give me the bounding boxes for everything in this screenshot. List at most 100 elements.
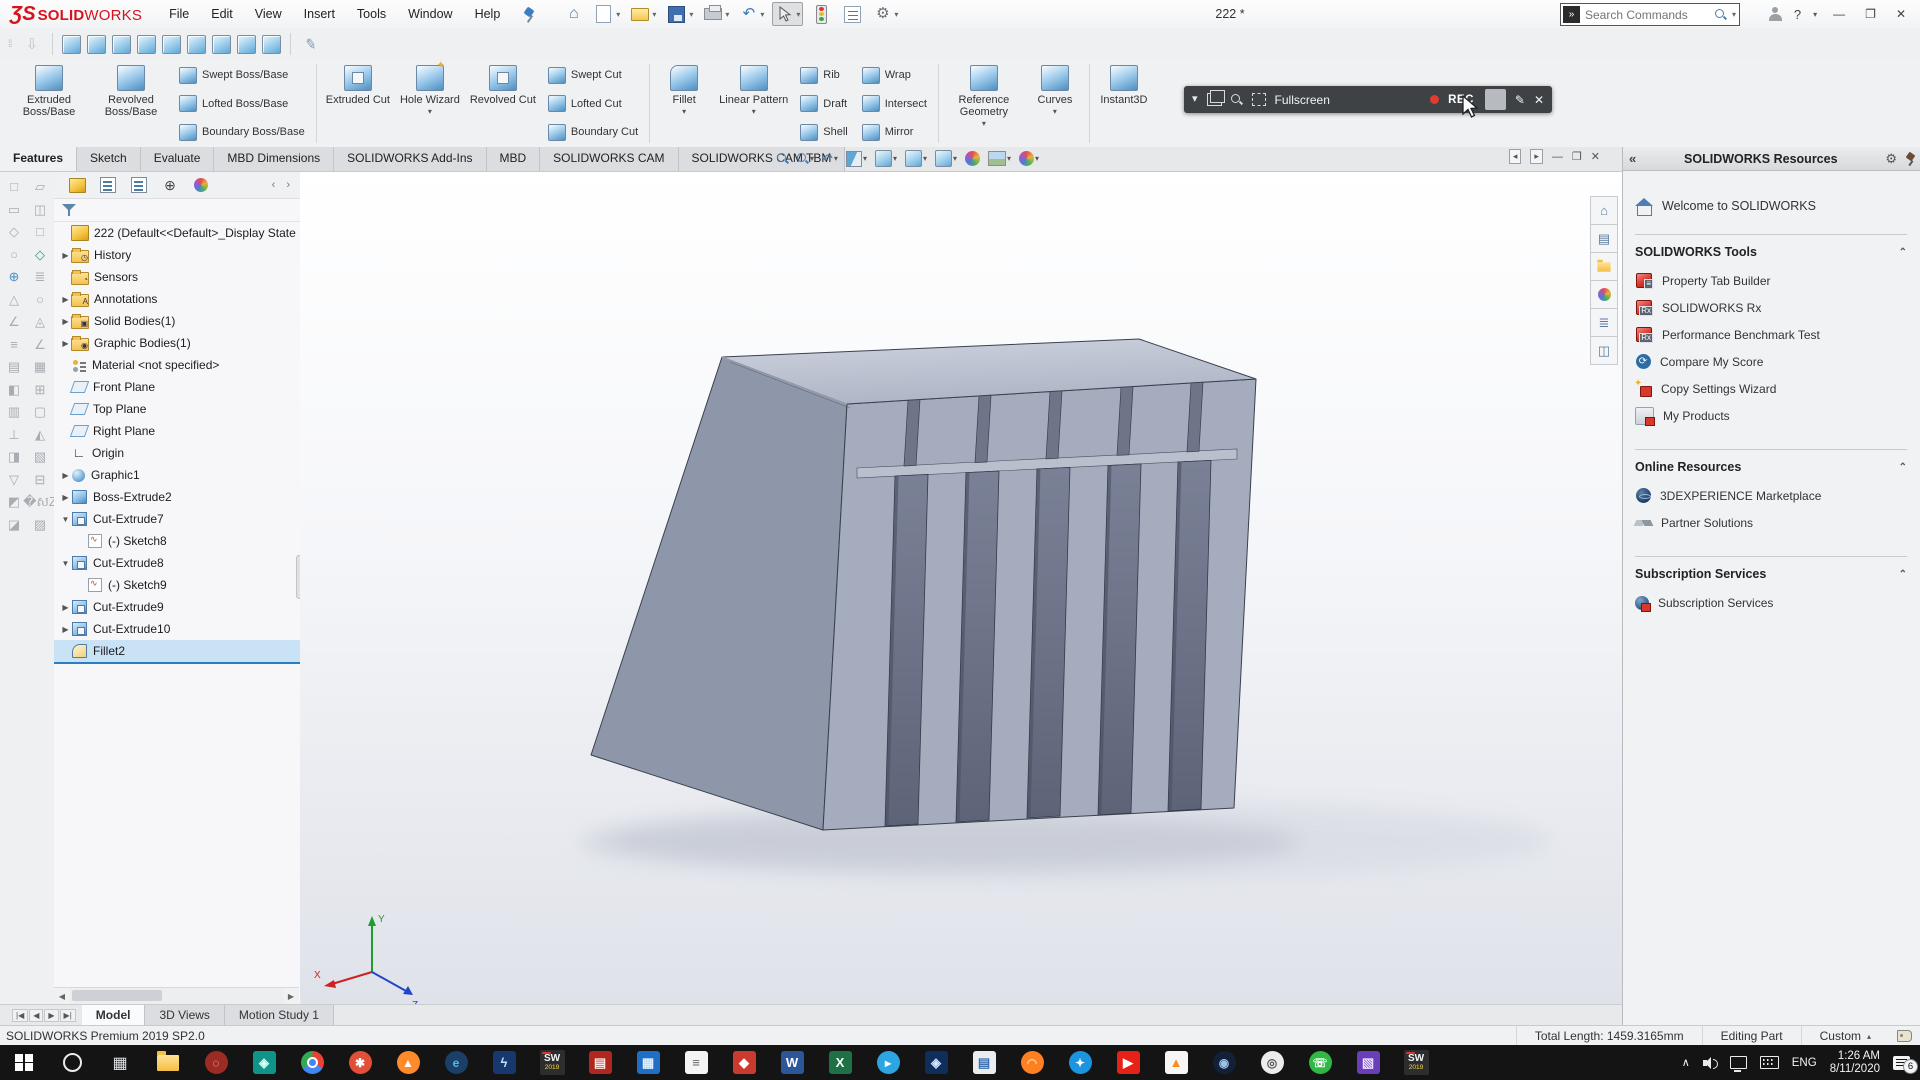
resource-item-compare-my-score[interactable]: ⟳Compare My Score bbox=[1635, 348, 1907, 375]
tool-icon[interactable]: ▦ bbox=[34, 360, 46, 373]
taskbar-icon-app-blue-circle[interactable]: ✦ bbox=[1056, 1045, 1104, 1080]
revolved-cut-button[interactable]: Revolved Cut bbox=[465, 61, 541, 146]
tool-icon[interactable]: ○ bbox=[10, 248, 18, 261]
search-dropdown-icon[interactable]: ▾ bbox=[1732, 10, 1736, 19]
tab-view-palette[interactable] bbox=[1590, 281, 1618, 309]
tool-icon[interactable]: ▨ bbox=[34, 518, 46, 531]
tree-item-graphic-bodies-1-[interactable]: ▶◉Graphic Bodies(1) bbox=[54, 332, 300, 354]
linear-pattern-button[interactable]: Linear Pattern▾ bbox=[714, 61, 793, 146]
doc-tab-motion-study-1[interactable]: Motion Study 1 bbox=[225, 1005, 334, 1026]
tab-mbd[interactable]: MBD bbox=[487, 147, 541, 171]
tab-displaymanager[interactable] bbox=[192, 176, 210, 194]
tree-item-solid-bodies-1-[interactable]: ▶▣Solid Bodies(1) bbox=[54, 310, 300, 332]
instant3d-button[interactable]: Instant3D bbox=[1094, 61, 1154, 146]
taskbar-icon-youtube[interactable]: ▶ bbox=[1104, 1045, 1152, 1080]
resource-item-copy-settings-wizard[interactable]: Copy Settings Wizard bbox=[1635, 375, 1907, 402]
view-dimetric-button[interactable] bbox=[262, 35, 281, 54]
tag-icon[interactable] bbox=[1897, 1030, 1912, 1042]
welcome-link[interactable]: Welcome to SOLIDWORKS bbox=[1635, 197, 1907, 214]
tool-icon[interactable]: ∠ bbox=[8, 315, 20, 328]
new-document-button[interactable]: ▾ bbox=[591, 2, 622, 26]
tab-solidworks-cam[interactable]: SOLIDWORKS CAM bbox=[540, 147, 678, 171]
gear-icon[interactable]: ⚙ bbox=[1885, 151, 1897, 167]
taskbar-icon-telegram[interactable]: ▸ bbox=[864, 1045, 912, 1080]
view-right-button[interactable] bbox=[137, 35, 156, 54]
swept-cut-button[interactable]: Swept Cut bbox=[544, 65, 642, 85]
taskbar-icon-app-blue-grid[interactable]: ▦ bbox=[624, 1045, 672, 1080]
curves-button[interactable]: Curves▾ bbox=[1025, 61, 1085, 146]
taskbar-icon-app-teal[interactable]: ◈ bbox=[240, 1045, 288, 1080]
tool-icon[interactable]: △ bbox=[9, 293, 19, 306]
status-configuration[interactable]: Custom ▴ bbox=[1801, 1026, 1889, 1046]
tool-icon[interactable]: ▥ bbox=[8, 405, 20, 418]
tab-featuremanager-design-tree[interactable] bbox=[68, 176, 86, 194]
tool-icon[interactable]: ▧ bbox=[34, 450, 46, 463]
tree-item-origin[interactable]: ∟Origin bbox=[54, 442, 300, 464]
previous-view-button[interactable]: ↶▾ bbox=[820, 151, 840, 166]
print-button[interactable]: ▾ bbox=[701, 1, 731, 27]
tab-design-library[interactable]: ▤ bbox=[1590, 225, 1618, 253]
view-front-button[interactable] bbox=[62, 35, 81, 54]
tree-item-top-plane[interactable]: Top Plane bbox=[54, 398, 300, 420]
tool-icon[interactable]: ⊕ bbox=[9, 270, 20, 283]
pin-pane-icon[interactable] bbox=[1905, 152, 1915, 166]
select-dropdown-icon[interactable]: ▾ bbox=[796, 10, 800, 19]
resource-item-performance-benchmark-test[interactable]: RxPerformance Benchmark Test bbox=[1635, 321, 1907, 348]
tool-icon[interactable]: ⊟ bbox=[35, 473, 46, 486]
search-icon[interactable] bbox=[1715, 9, 1727, 21]
view-bottom-button[interactable] bbox=[187, 35, 206, 54]
home-button[interactable]: ⌂ bbox=[562, 3, 585, 25]
collapse-section-icon[interactable]: ⌃ bbox=[1899, 247, 1907, 258]
resource-item-my-products[interactable]: My Products bbox=[1635, 402, 1907, 429]
collapse-pane-icon[interactable]: « bbox=[1629, 151, 1636, 166]
taskbar-icon-app-doc[interactable]: ▤ bbox=[960, 1045, 1008, 1080]
recorder-close-icon[interactable]: ✕ bbox=[1534, 93, 1544, 107]
print-dropdown-icon[interactable]: ▾ bbox=[725, 10, 729, 19]
tab-configurationmanager[interactable] bbox=[130, 176, 148, 194]
display-style-button[interactable]: ▾ bbox=[903, 149, 929, 168]
extruded-boss-button[interactable]: Extruded Boss/Base bbox=[8, 61, 90, 146]
tree-item-annotations[interactable]: ▶AAnnotations bbox=[54, 288, 300, 310]
settings-dropdown-icon[interactable]: ▾ bbox=[894, 10, 898, 19]
taskbar-icon-app-red-ring[interactable]: ◌ bbox=[192, 1045, 240, 1080]
doc-tab-3d-views[interactable]: 3D Views bbox=[145, 1005, 224, 1026]
menu-file[interactable]: File bbox=[158, 2, 200, 26]
shell-button[interactable]: Shell bbox=[796, 122, 851, 142]
tree-item--sketch8[interactable]: (-) Sketch8 bbox=[54, 530, 300, 552]
boundary-cut-button[interactable]: Boundary Cut bbox=[544, 122, 642, 142]
configuration-caret-icon[interactable]: ▴ bbox=[1867, 1032, 1871, 1041]
extruded-cut-button[interactable]: Extruded Cut bbox=[321, 61, 395, 146]
previous-document-button[interactable]: ◂ bbox=[1509, 149, 1522, 164]
recorder-expand-icon[interactable]: ▾ bbox=[1192, 94, 1198, 105]
view-trimetric-button[interactable] bbox=[237, 35, 256, 54]
tool-icon[interactable]: ◩ bbox=[8, 495, 20, 508]
tab-propertymanager[interactable] bbox=[99, 176, 117, 194]
edit-appearance-button[interactable] bbox=[963, 150, 982, 167]
wrap-button[interactable]: Wrap bbox=[858, 65, 931, 85]
tool-icon[interactable]: ▽ bbox=[9, 473, 19, 486]
zoom-to-area-button[interactable]: ▾ bbox=[795, 152, 816, 166]
tool-icon[interactable]: ∠ bbox=[34, 338, 46, 351]
tree-item-fillet2[interactable]: Fillet2 bbox=[54, 640, 300, 662]
resource-item-solidworks-rx[interactable]: RxSOLIDWORKS Rx bbox=[1635, 294, 1907, 321]
help-dropdown-icon[interactable]: ▾ bbox=[1813, 10, 1817, 19]
zoom-to-fit-button[interactable] bbox=[775, 152, 791, 166]
tree-item-material-not-specified-[interactable]: Material <not specified> bbox=[54, 354, 300, 376]
open-document-dropdown-icon[interactable]: ▾ bbox=[652, 10, 656, 19]
recorder-pencil-icon[interactable]: ✎ bbox=[1515, 93, 1525, 107]
draft-button[interactable]: Draft bbox=[796, 94, 851, 114]
clock[interactable]: 1:26 AM 8/11/2020 bbox=[1830, 1050, 1880, 1076]
view-top-button[interactable] bbox=[162, 35, 181, 54]
rebuild-button[interactable] bbox=[809, 3, 834, 26]
collapse-section-icon[interactable]: ⌃ bbox=[1899, 569, 1907, 580]
rib-button[interactable]: Rib bbox=[796, 65, 851, 85]
graphics-viewport[interactable]: Y X Z bbox=[300, 172, 1622, 1004]
undo-dropdown-icon[interactable]: ▾ bbox=[760, 10, 764, 19]
tab-solidworks-add-ins[interactable]: SOLIDWORKS Add-Ins bbox=[334, 147, 486, 171]
tree-item-boss-extrude2[interactable]: ▶Boss-Extrude2 bbox=[54, 486, 300, 508]
taskbar-icon-solidworks-2019[interactable]: SW2019 bbox=[528, 1045, 576, 1080]
undo-button[interactable]: ↶▾ bbox=[737, 3, 766, 25]
taskbar-icon-task-view[interactable]: ▦ bbox=[96, 1045, 144, 1080]
tool-icon[interactable]: ◭ bbox=[35, 428, 45, 441]
taskbar-icon-chrome[interactable] bbox=[288, 1045, 336, 1080]
